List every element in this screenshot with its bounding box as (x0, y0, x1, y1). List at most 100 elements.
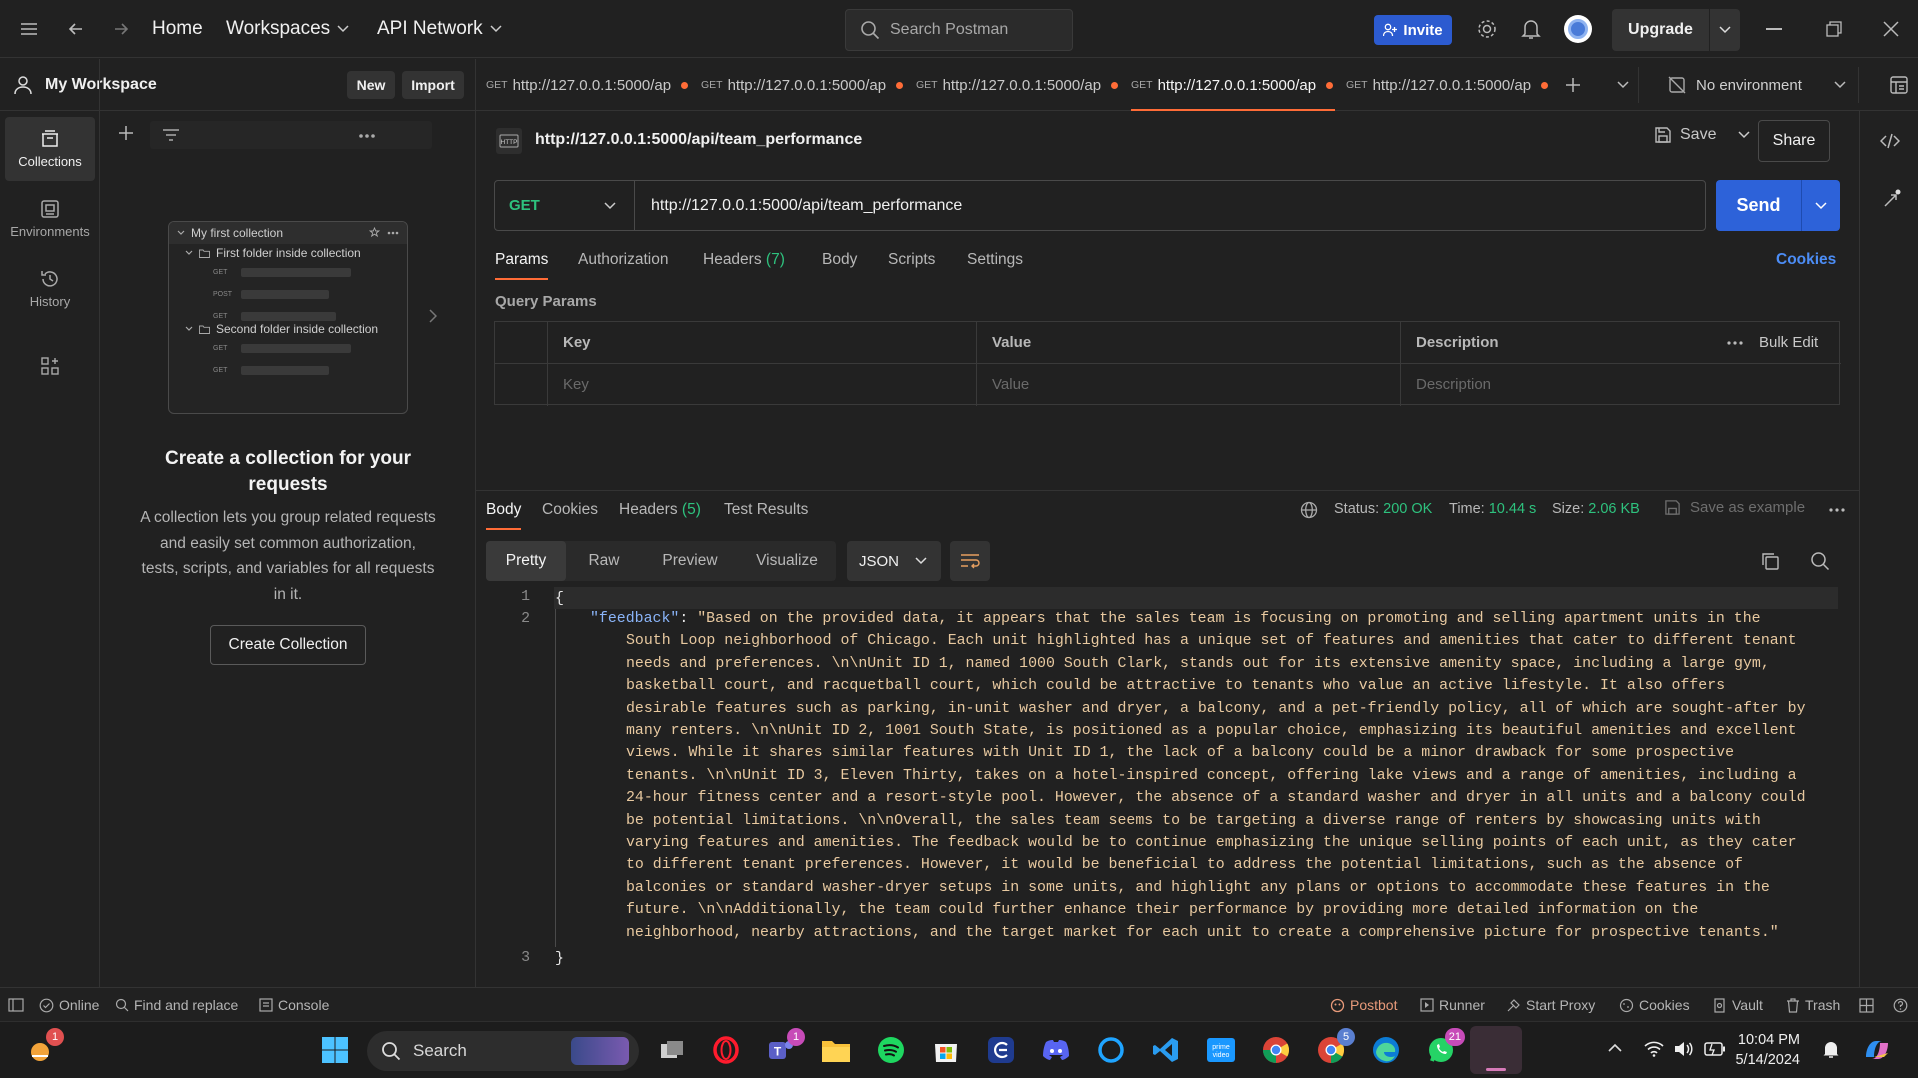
share-button[interactable]: Share (1758, 120, 1830, 162)
forward-arrow-icon[interactable] (111, 19, 131, 39)
chevron-down-icon[interactable] (1738, 131, 1750, 139)
whatsapp-icon[interactable]: 21 (1425, 1028, 1465, 1066)
postbot-button[interactable]: Postbot (1330, 988, 1397, 1022)
request-tab[interactable]: GET http://127.0.0.1:5000/ap (486, 59, 689, 111)
response-tab-cookies[interactable]: Cookies (542, 501, 598, 519)
format-raw[interactable]: Raw (566, 541, 642, 581)
file-explorer-icon[interactable] (820, 1034, 852, 1066)
globe-icon[interactable] (1300, 501, 1318, 519)
prime-video-icon[interactable]: prime video (1205, 1034, 1237, 1066)
toggle-sidebar-icon[interactable] (8, 988, 24, 1022)
response-tab-test-results[interactable]: Test Results (724, 501, 808, 519)
opera-icon[interactable] (710, 1034, 742, 1066)
spotify-icon[interactable] (875, 1034, 907, 1066)
save-button[interactable]: Save (1654, 126, 1750, 144)
create-collection-button[interactable]: Create Collection (210, 625, 366, 665)
settings-gear-icon[interactable] (1476, 18, 1498, 40)
method-select[interactable]: GET (495, 181, 635, 230)
request-tab-active[interactable]: GET http://127.0.0.1:5000/ap (1131, 59, 1336, 111)
runner-button[interactable]: Runner (1420, 988, 1485, 1022)
format-preview[interactable]: Preview (642, 541, 738, 581)
start-proxy-button[interactable]: Start Proxy (1506, 988, 1595, 1022)
chevron-down-icon[interactable] (1802, 180, 1840, 231)
response-size[interactable]: Size: 2.06 KB (1552, 501, 1640, 517)
help-icon[interactable] (1893, 988, 1908, 1022)
format-pretty[interactable]: Pretty (486, 541, 566, 581)
tab-headers[interactable]: Headers (7) (703, 251, 785, 269)
tab-settings[interactable]: Settings (967, 251, 1023, 269)
collection-search-input[interactable] (150, 121, 432, 149)
notifications-bell-icon[interactable] (1521, 18, 1541, 40)
task-view-icon[interactable] (656, 1034, 688, 1066)
trash-button[interactable]: Trash (1786, 988, 1840, 1022)
request-tab[interactable]: GET http://127.0.0.1:5000/ap (1346, 59, 1549, 111)
nav-api-network[interactable]: API Network (377, 18, 502, 40)
nav-home[interactable]: Home (152, 18, 203, 40)
edge-icon[interactable] (1370, 1034, 1402, 1066)
request-tab[interactable]: GET http://127.0.0.1:5000/ap (916, 59, 1119, 111)
avatar[interactable] (1564, 15, 1592, 43)
more-options-icon[interactable] (358, 133, 376, 139)
code-icon[interactable] (1880, 133, 1900, 149)
tab-params[interactable]: Params (495, 251, 549, 280)
format-visualize[interactable]: Visualize (738, 541, 836, 581)
request-title[interactable]: http://127.0.0.1:5000/api/team_performan… (535, 131, 862, 149)
microsoft-store-icon[interactable] (930, 1034, 962, 1066)
invite-button[interactable]: Invite (1374, 15, 1452, 45)
nav-workspaces[interactable]: Workspaces (226, 18, 349, 40)
request-tab[interactable]: GET http://127.0.0.1:5000/ap (701, 59, 904, 111)
param-description-input[interactable]: Description (1406, 364, 1491, 405)
copy-icon[interactable] (1760, 551, 1780, 571)
cookies-button[interactable]: Cookies (1619, 988, 1690, 1022)
response-time[interactable]: Time: 10.44 s (1449, 501, 1536, 517)
environment-quick-look-icon[interactable] (1889, 75, 1909, 95)
import-button[interactable]: Import (402, 71, 464, 99)
environment-selector[interactable]: No environment (1668, 59, 1846, 111)
response-tab-body[interactable]: Body (486, 501, 522, 530)
param-key-input[interactable]: Key (553, 364, 589, 405)
minimize-icon[interactable] (1766, 28, 1782, 30)
show-hidden-icons-icon[interactable] (1608, 1043, 1622, 1053)
console-button[interactable]: Console (259, 988, 329, 1022)
response-divider[interactable] (476, 490, 1859, 491)
related-collections-icon[interactable] (1882, 189, 1902, 209)
response-language-select[interactable]: JSON (847, 541, 941, 581)
tab-body[interactable]: Body (822, 251, 857, 269)
bulk-edit-button[interactable]: Bulk Edit (1727, 322, 1818, 363)
new-button[interactable]: New (347, 71, 395, 99)
back-arrow-icon[interactable] (66, 19, 86, 39)
wifi-icon[interactable] (1644, 1041, 1664, 1057)
chevron-right-icon[interactable] (429, 309, 437, 323)
response-body-viewer[interactable]: 1 2 3 { "feedback": "Based on the provid… (486, 587, 1851, 973)
volume-icon[interactable] (1674, 1041, 1694, 1057)
sidebar-item-environments[interactable]: Environments (5, 187, 95, 251)
postman-taskbar-icon[interactable] (1470, 1026, 1522, 1074)
menu-icon[interactable] (19, 20, 39, 38)
save-as-example-button[interactable]: Save as example (1664, 499, 1805, 516)
upgrade-button[interactable]: Upgrade (1612, 9, 1740, 51)
weather-widget-icon[interactable]: 1 (24, 1028, 64, 1066)
taskbar-search[interactable]: Search (367, 1031, 639, 1071)
system-clock[interactable]: 10:04 PM 5/14/2024 (1716, 1030, 1800, 1070)
chrome-profile-icon[interactable]: 5 (1315, 1028, 1355, 1066)
new-tab-plus-icon[interactable] (1564, 76, 1582, 94)
tab-scripts[interactable]: Scripts (888, 251, 935, 269)
tabs-dropdown-icon[interactable] (1617, 81, 1629, 89)
restore-icon[interactable] (1826, 21, 1842, 37)
notifications-center-icon[interactable] (1822, 1039, 1840, 1059)
url-input[interactable] (635, 181, 1705, 230)
online-status[interactable]: Online (39, 988, 99, 1022)
cortana-icon[interactable] (1095, 1034, 1127, 1066)
add-collection-icon[interactable] (117, 124, 135, 142)
status-code[interactable]: Status: 200 OK (1334, 501, 1432, 517)
chevron-down-icon[interactable] (1710, 26, 1740, 34)
windows-start-icon[interactable] (319, 1034, 351, 1066)
close-icon[interactable] (1883, 21, 1899, 37)
discord-icon[interactable] (1040, 1034, 1072, 1066)
layout-toggle-icon[interactable] (1859, 988, 1874, 1022)
vault-button[interactable]: Vault (1712, 988, 1763, 1022)
teams-icon[interactable]: T1 (765, 1028, 805, 1066)
response-tab-headers[interactable]: Headers (5) (619, 501, 701, 519)
wrap-lines-button[interactable] (950, 541, 990, 581)
configure-sidebar-icon[interactable] (40, 356, 60, 376)
